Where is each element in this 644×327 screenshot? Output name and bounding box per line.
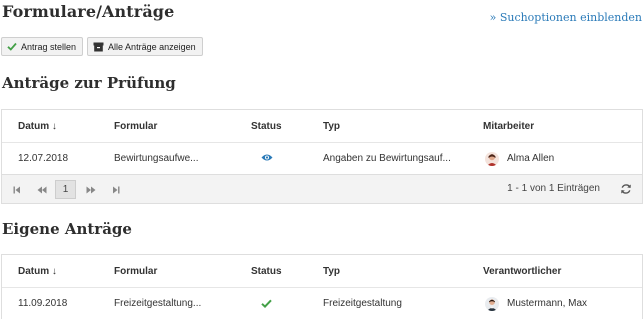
table-row[interactable]: 11.09.2018 Freizeitgestaltung... Freizei… [2, 287, 642, 319]
own-table: Datum ↓ Formular Status Typ Verantwortli… [1, 254, 643, 319]
column-status[interactable]: Status [251, 121, 282, 132]
previous-page-icon[interactable] [31, 180, 52, 199]
table-row[interactable]: 12.07.2018 Bewirtungsaufwe... Angaben zu… [2, 142, 642, 174]
review-table: Datum ↓ Formular Status Typ Mitarbeiter … [1, 109, 643, 204]
toolbar: Antrag stellen Alle Anträge anzeigen [1, 37, 203, 56]
eye-icon [261, 153, 273, 165]
page-number[interactable]: 1 [55, 180, 76, 199]
row-date: 12.07.2018 [18, 153, 69, 164]
row-form: Freizeitgestaltung... [114, 298, 202, 309]
column-type[interactable]: Typ [323, 121, 340, 132]
check-icon [261, 299, 272, 311]
column-status[interactable]: Status [251, 266, 282, 277]
pagination-info: 1 - 1 von 1 Einträgen [507, 183, 600, 194]
refresh-icon[interactable] [620, 182, 632, 200]
first-page-icon[interactable] [6, 180, 27, 199]
search-options-link[interactable]: » Suchoptionen einblenden [490, 11, 642, 24]
row-type: Angaben zu Bewirtungsauf... [323, 153, 451, 164]
own-section-title: Eigene Anträge [2, 220, 132, 238]
column-form[interactable]: Formular [114, 266, 157, 277]
table-header: Datum ↓ Formular Status Typ Verantwortli… [2, 255, 642, 287]
pagination: 1 1 - 1 von 1 Einträgen [2, 174, 642, 203]
archive-icon [93, 42, 104, 52]
next-page-icon[interactable] [80, 180, 101, 199]
column-type[interactable]: Typ [323, 266, 340, 277]
column-form[interactable]: Formular [114, 121, 157, 132]
avatar [485, 152, 499, 166]
column-employee[interactable]: Mitarbeiter [483, 121, 534, 132]
column-date[interactable]: Datum ↓ [18, 121, 57, 132]
last-page-icon[interactable] [105, 180, 126, 199]
row-employee: Alma Allen [507, 153, 555, 164]
row-date: 11.09.2018 [18, 298, 68, 309]
page-title: Formulare/Anträge [2, 2, 175, 21]
column-responsible[interactable]: Verantwortlicher [483, 266, 561, 277]
row-responsible: Mustermann, Max [507, 298, 588, 309]
row-type: Freizeitgestaltung [323, 298, 402, 309]
show-all-requests-button[interactable]: Alle Anträge anzeigen [87, 37, 203, 56]
new-request-label: Antrag stellen [21, 41, 77, 52]
new-request-button[interactable]: Antrag stellen [1, 37, 84, 56]
table-header: Datum ↓ Formular Status Typ Mitarbeiter [2, 110, 642, 142]
avatar [485, 297, 499, 311]
column-date[interactable]: Datum ↓ [18, 266, 57, 277]
show-all-requests-label: Alle Anträge anzeigen [108, 41, 196, 52]
review-section-title: Anträge zur Prüfung [2, 74, 176, 92]
check-icon [7, 42, 17, 51]
row-form: Bewirtungsaufwe... [114, 153, 199, 164]
